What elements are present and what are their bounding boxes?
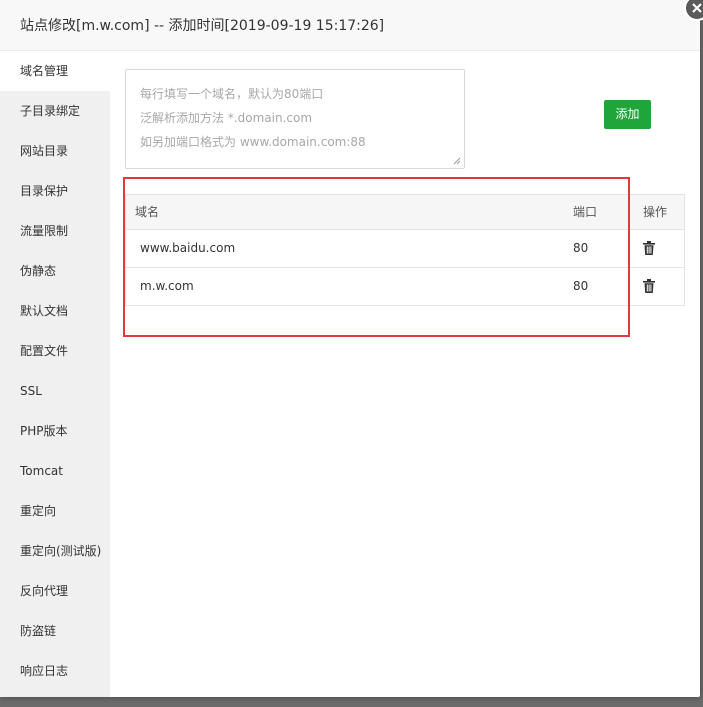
sidebar-item-directory-protection[interactable]: 目录保护: [0, 171, 110, 211]
dialog-titlebar: 站点修改[m.w.com] -- 添加时间[2019-09-19 15:17:2…: [0, 0, 700, 51]
sidebar-item-redirect[interactable]: 重定向: [0, 491, 110, 531]
placeholder-line: 每行填写一个域名，默认为80端口: [140, 87, 324, 101]
domain-textarea[interactable]: 每行填写一个域名，默认为80端口 泛解析添加方法 *.domain.com 如另…: [125, 69, 465, 169]
sidebar-item-php-version[interactable]: PHP版本: [0, 411, 110, 451]
sidebar-item-traffic-limit[interactable]: 流量限制: [0, 211, 110, 251]
highlight-box: [123, 177, 630, 337]
sidebar-item-redirect-beta[interactable]: 重定向(测试版): [0, 531, 110, 571]
sidebar-item-rewrite[interactable]: 伪静态: [0, 251, 110, 291]
sidebar-item-site-directory[interactable]: 网站目录: [0, 131, 110, 171]
trash-icon[interactable]: [643, 241, 655, 255]
sidebar-item-config-file[interactable]: 配置文件: [0, 331, 110, 371]
close-icon: [692, 3, 702, 13]
placeholder-line: 如另加端口格式为 www.domain.com:88: [140, 135, 366, 149]
placeholder-line: 泛解析添加方法 *.domain.com: [140, 111, 313, 125]
site-settings-dialog: 站点修改[m.w.com] -- 添加时间[2019-09-19 15:17:2…: [0, 0, 700, 697]
sidebar-item-ssl[interactable]: SSL: [0, 371, 110, 411]
resize-grip-icon[interactable]: [453, 157, 461, 165]
sidebar-item-domain-management[interactable]: 域名管理: [0, 51, 110, 91]
sidebar-item-tomcat[interactable]: Tomcat: [0, 451, 110, 491]
sidebar-item-subdirectory-binding[interactable]: 子目录绑定: [0, 91, 110, 131]
sidebar-item-hotlink-protection[interactable]: 防盗链: [0, 611, 110, 651]
dialog-title: 站点修改[m.w.com] -- 添加时间[2019-09-19 15:17:2…: [20, 18, 385, 34]
sidebar-item-response-log[interactable]: 响应日志: [0, 651, 110, 691]
sidebar-item-default-document[interactable]: 默认文档: [0, 291, 110, 331]
trash-icon[interactable]: [643, 279, 655, 293]
settings-sidebar: 域名管理 子目录绑定 网站目录 目录保护 流量限制 伪静态 默认文档 配置文件 …: [0, 51, 110, 697]
add-domain-button[interactable]: 添加: [604, 100, 651, 129]
column-header-action: 操作: [643, 205, 668, 219]
sidebar-item-reverse-proxy[interactable]: 反向代理: [0, 571, 110, 611]
